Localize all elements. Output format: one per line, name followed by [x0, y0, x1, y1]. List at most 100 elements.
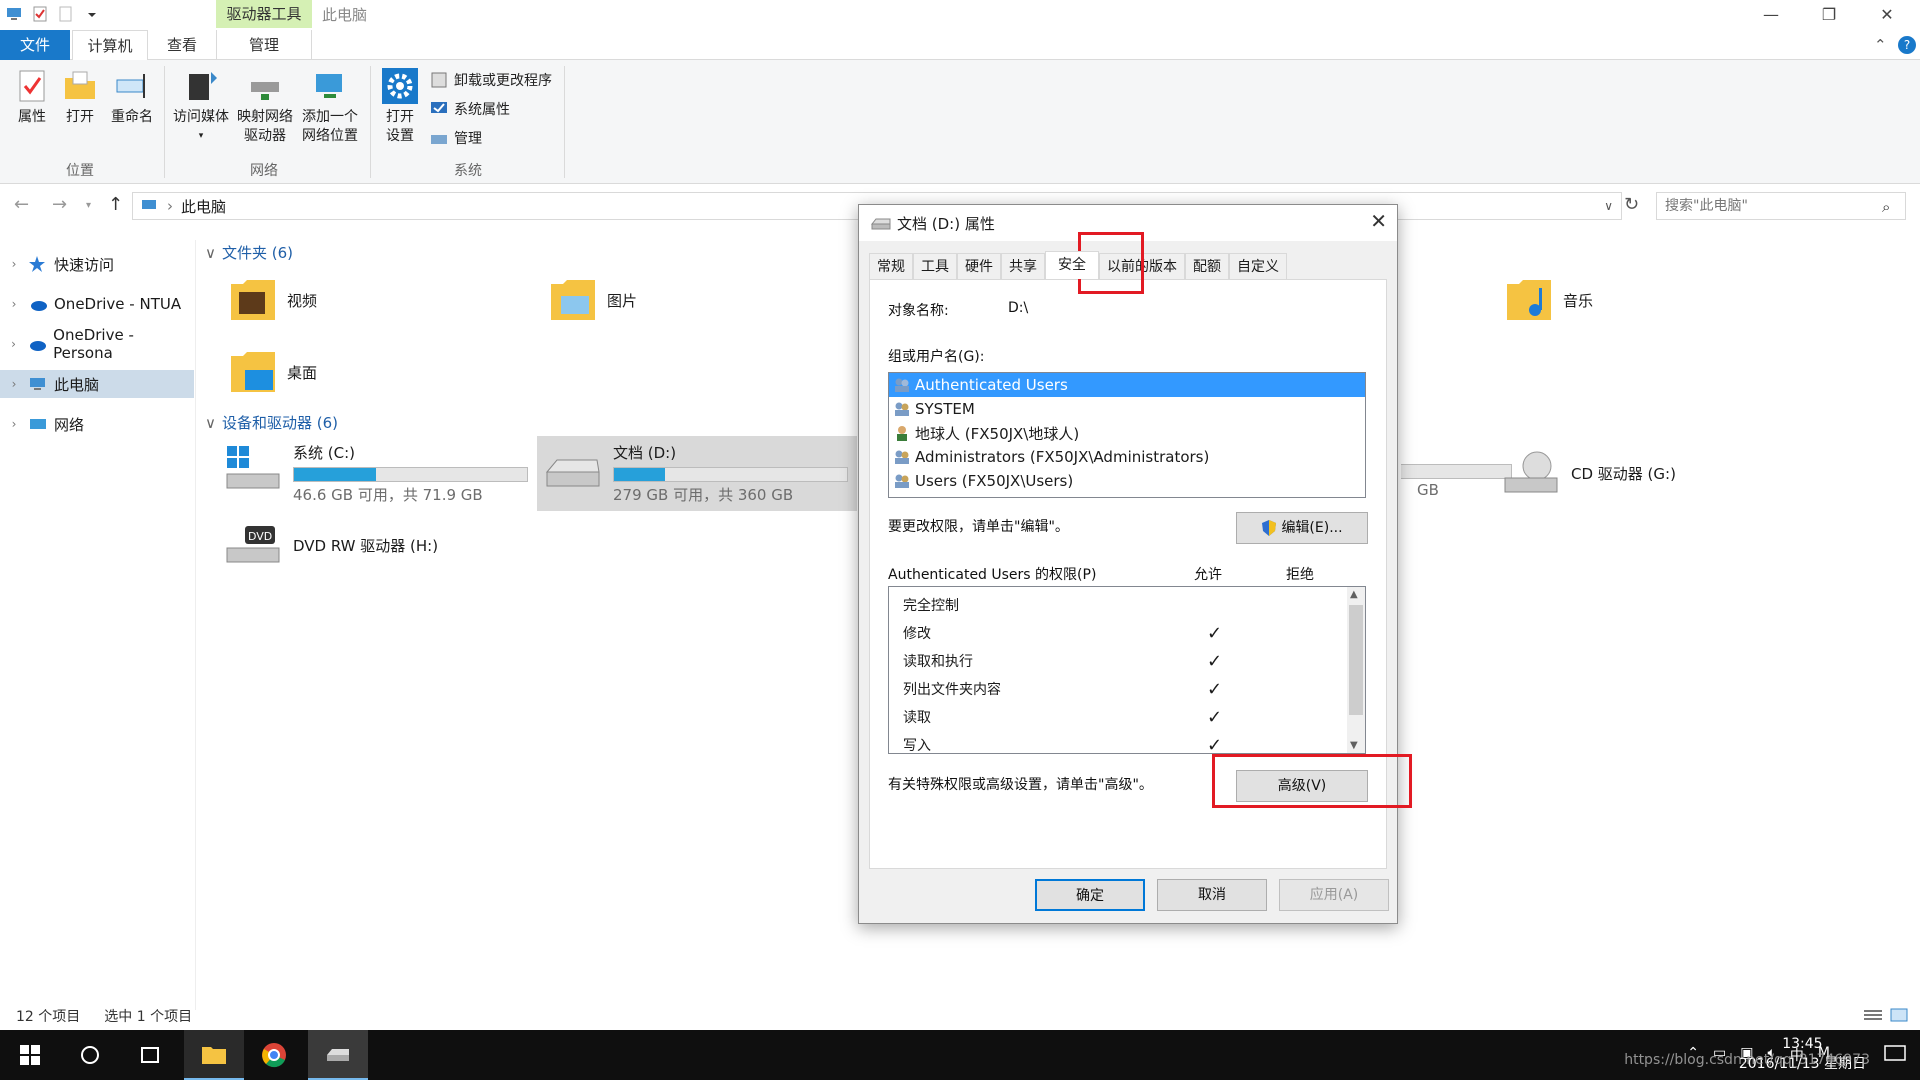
allow-check: ✓: [1207, 678, 1223, 700]
maximize-button[interactable]: ❐: [1806, 0, 1852, 30]
scroll-up-icon[interactable]: ▲: [1350, 589, 1358, 600]
properties-label: 属性: [18, 109, 46, 125]
add-network-location-button[interactable]: 添加一个 网络位置: [298, 68, 362, 146]
nav-item-network[interactable]: › 网络: [0, 410, 194, 438]
nav-item-onedrive-personal[interactable]: › OneDrive - Persona: [0, 326, 194, 362]
folder-label: 音乐: [1563, 291, 1594, 310]
tab-general[interactable]: 常规: [869, 253, 913, 279]
folder-label: 图片: [607, 291, 638, 310]
cancel-button[interactable]: 取消: [1157, 879, 1267, 911]
up-button[interactable]: ↑: [108, 194, 123, 215]
expand-icon[interactable]: ›: [0, 377, 28, 391]
folder-music[interactable]: 音乐: [1505, 274, 1593, 326]
tab-quota[interactable]: 配额: [1185, 253, 1229, 279]
rename-button[interactable]: 重命名: [106, 68, 158, 127]
search-input[interactable]: 搜索"此电脑": [1656, 192, 1906, 220]
task-view-button[interactable]: [120, 1030, 180, 1080]
permissions-scrollbar[interactable]: ▲ ▼: [1347, 587, 1365, 753]
nav-item-this-pc[interactable]: › 此电脑: [0, 370, 194, 398]
windows-drive-icon: [223, 442, 283, 492]
permissions-list[interactable]: 完全控制 修改 ✓ 读取和执行 ✓ 列出文件夹内容 ✓ 读取 ✓ 写入 ✓ ▲ ▼: [888, 586, 1366, 754]
chevron-down-icon: ∨: [205, 244, 216, 262]
uninstall-button[interactable]: 卸载或更改程序: [430, 70, 552, 90]
map-network-drive-button[interactable]: 映射网络 驱动器: [234, 68, 296, 146]
folder-videos[interactable]: 视频: [229, 274, 317, 326]
drive-h[interactable]: DVD DVD RW 驱动器 (H:): [217, 514, 444, 576]
tab-hardware[interactable]: 硬件: [957, 253, 1001, 279]
large-icons-view-icon[interactable]: [1890, 1008, 1908, 1022]
list-item[interactable]: 地球人 (FX50JX\地球人): [889, 421, 1365, 445]
drive-name: DVD RW 驱动器 (H:): [293, 536, 439, 555]
edit-button[interactable]: 编辑(E)...: [1236, 512, 1368, 544]
tab-sharing[interactable]: 共享: [1001, 253, 1045, 279]
dropdown-icon[interactable]: [84, 6, 100, 22]
system-properties-button[interactable]: 系统属性: [430, 99, 510, 119]
usage-fill: [614, 468, 666, 481]
tab-view[interactable]: 查看: [152, 30, 212, 60]
new-folder-icon[interactable]: [58, 6, 74, 22]
item-count: 12 个项目: [16, 1009, 81, 1025]
apply-button[interactable]: 应用(A): [1279, 879, 1389, 911]
open-settings-button[interactable]: 打开 设置: [376, 68, 424, 146]
cortana-button[interactable]: [60, 1030, 120, 1080]
expand-icon[interactable]: ›: [0, 417, 28, 431]
access-media-button[interactable]: 访问媒体 ▾: [170, 68, 232, 146]
chrome-taskbar-icon[interactable]: [244, 1030, 304, 1080]
drive-name: 文档 (D:): [613, 444, 677, 462]
tab-computer[interactable]: 计算机: [72, 30, 148, 61]
help-icon[interactable]: ?: [1898, 36, 1916, 54]
file-explorer-taskbar-icon[interactable]: [184, 1030, 244, 1080]
nav-item-quick-access[interactable]: › 快速访问: [0, 250, 194, 278]
tab-manage[interactable]: 管理: [216, 30, 312, 60]
dialog-close-button[interactable]: ✕: [1370, 209, 1387, 233]
nav-label: 快速访问: [54, 255, 115, 274]
manage-button[interactable]: 管理: [430, 128, 482, 148]
drive-g[interactable]: CD 驱动器 (G:): [1495, 442, 1682, 504]
back-button[interactable]: ←: [14, 194, 29, 215]
notifications-icon[interactable]: [1884, 1044, 1906, 1064]
drives-header[interactable]: ∨ 设备和驱动器 (6): [205, 412, 338, 433]
drive-properties-taskbar-icon[interactable]: [308, 1030, 368, 1080]
start-button[interactable]: [0, 1030, 60, 1080]
scroll-thumb[interactable]: [1349, 605, 1363, 715]
properties-icon: [14, 68, 50, 104]
folders-header[interactable]: ∨ 文件夹 (6): [205, 242, 293, 263]
tab-file[interactable]: 文件: [0, 30, 70, 60]
refresh-button[interactable]: ↻: [1624, 194, 1639, 215]
folder-desktop[interactable]: 桌面: [229, 346, 317, 398]
shield-icon: [1261, 519, 1277, 537]
desktop-folder-icon: [229, 346, 277, 398]
expand-icon[interactable]: ›: [0, 297, 28, 311]
properties-icon[interactable]: [32, 6, 48, 22]
list-item[interactable]: Authenticated Users: [889, 373, 1365, 397]
scroll-down-icon[interactable]: ▼: [1350, 740, 1358, 751]
nav-item-onedrive-ntua[interactable]: › OneDrive - NTUA: [0, 290, 194, 318]
expand-icon[interactable]: ›: [0, 337, 27, 351]
tab-tools[interactable]: 工具: [913, 253, 957, 279]
search-icon[interactable]: ⌕: [1882, 198, 1890, 216]
forward-button[interactable]: →: [52, 194, 67, 215]
folder-pictures[interactable]: 图片: [549, 274, 637, 326]
system-properties-label: 系统属性: [454, 102, 510, 118]
computer-icon[interactable]: [6, 6, 22, 22]
details-view-icon[interactable]: [1864, 1008, 1882, 1022]
user-label: 地球人 (FX50JX\地球人): [915, 424, 1080, 443]
open-button[interactable]: 打开: [60, 68, 100, 127]
list-item[interactable]: Administrators (FX50JX\Administrators): [889, 445, 1365, 469]
drive-c[interactable]: 系统 (C:) 46.6 GB 可用，共 71.9 GB: [217, 436, 534, 511]
tab-security[interactable]: 安全: [1045, 251, 1099, 279]
collapse-ribbon-icon[interactable]: ⌃: [1874, 36, 1887, 54]
list-item[interactable]: SYSTEM: [889, 397, 1365, 421]
properties-button[interactable]: 属性: [10, 68, 54, 127]
chevron-down-icon[interactable]: ∨: [1604, 199, 1613, 213]
list-item[interactable]: Users (FX50JX\Users): [889, 469, 1365, 493]
recent-locations-button[interactable]: ▾: [86, 200, 91, 211]
tab-customize[interactable]: 自定义: [1229, 253, 1287, 279]
minimize-button[interactable]: —: [1748, 0, 1794, 30]
expand-icon[interactable]: ›: [0, 257, 28, 271]
users-list[interactable]: Authenticated Users SYSTEM 地球人 (FX50JX\地…: [888, 372, 1366, 498]
drive-d[interactable]: 文档 (D:) 279 GB 可用，共 360 GB: [537, 436, 857, 511]
ok-button[interactable]: 确定: [1035, 879, 1145, 911]
permission-name: 写入: [903, 738, 931, 754]
close-button[interactable]: ✕: [1864, 0, 1910, 30]
